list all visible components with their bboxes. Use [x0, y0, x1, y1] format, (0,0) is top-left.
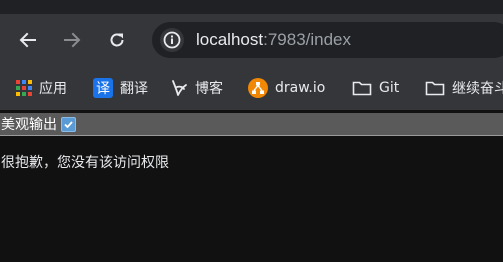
address-bar[interactable]: localhost:7983/index — [152, 22, 503, 58]
blog-icon — [170, 79, 188, 97]
url-host: localhost — [196, 30, 264, 49]
folder-icon — [425, 80, 445, 96]
bookmarks-bar: 应用 译 翻译 博客 draw.io Git 继续奋斗 — [0, 66, 503, 110]
url-path: :7983/index — [263, 30, 352, 49]
tab-strip — [0, 0, 503, 14]
output-options-bar: 美观输出 — [0, 113, 503, 136]
bookmark-label: 博客 — [195, 81, 223, 97]
site-info-button[interactable] — [160, 28, 184, 52]
translate-icon: 译 — [93, 78, 113, 98]
apps-grid-icon — [16, 80, 32, 96]
pretty-print-checkbox[interactable] — [61, 116, 76, 132]
back-arrow-icon — [19, 32, 36, 48]
drawio-icon — [248, 78, 268, 98]
bookmark-folder-fendou[interactable]: 继续奋斗 — [425, 77, 503, 99]
forward-arrow-icon — [64, 32, 81, 48]
checkmark-icon — [64, 120, 73, 128]
reload-icon — [110, 33, 124, 47]
back-button[interactable] — [12, 24, 44, 56]
bookmark-apps[interactable]: 应用 — [16, 77, 67, 99]
bookmark-label: draw.io — [275, 80, 326, 96]
bookmark-translate[interactable]: 译 翻译 — [93, 77, 148, 99]
access-denied-message: 很抱歉，您没有该访问权限 — [1, 155, 169, 171]
folder-icon — [352, 80, 372, 96]
bookmark-label: 应用 — [39, 81, 67, 97]
info-icon — [163, 31, 181, 49]
bookmark-label: Git — [379, 80, 400, 96]
pretty-print-label: 美观输出 — [1, 117, 57, 133]
bookmark-label: 继续奋斗 — [452, 81, 503, 97]
bookmark-blog[interactable]: 博客 — [170, 77, 223, 99]
browser-toolbar: localhost:7983/index — [0, 14, 503, 66]
bookmark-label: 翻译 — [120, 81, 148, 97]
reload-button[interactable] — [101, 24, 133, 56]
bookmark-drawio[interactable]: draw.io — [248, 77, 325, 99]
bookmark-folder-git[interactable]: Git — [352, 77, 399, 99]
translate-badge: 译 — [93, 78, 113, 98]
forward-button[interactable] — [56, 24, 88, 56]
url-text[interactable]: localhost:7983/index — [196, 30, 351, 50]
